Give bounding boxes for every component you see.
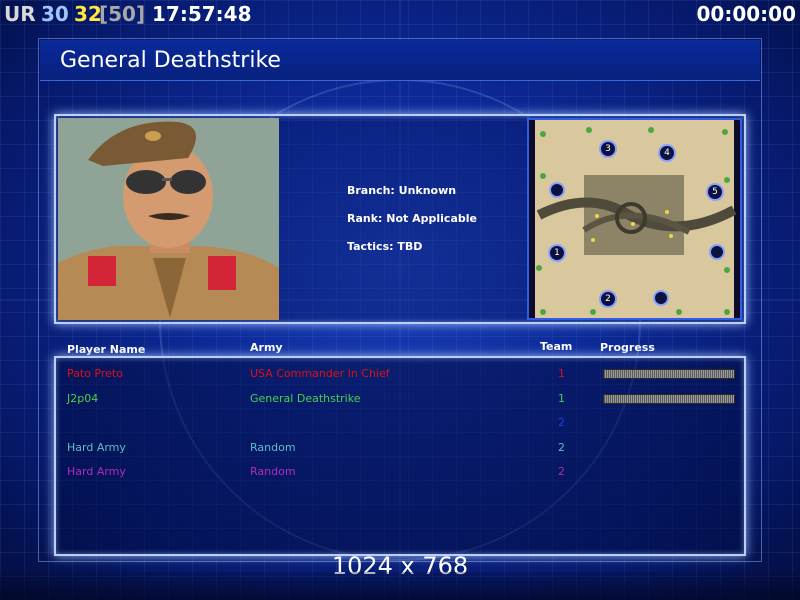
- player-team-1: 1: [558, 367, 565, 380]
- player-team-3: 2: [558, 416, 565, 429]
- hud-ur-label: UR: [4, 2, 36, 26]
- bottom-strip: [0, 572, 800, 600]
- branch-text: Branch: Unknown: [347, 184, 457, 197]
- minimap-slot-1[interactable]: 1: [548, 244, 566, 262]
- minimap-slot-2[interactable]: 2: [599, 290, 617, 308]
- minimap-image: [529, 120, 740, 318]
- player-name-1: Pato Preto: [67, 367, 123, 380]
- header-progress: Progress: [600, 341, 655, 354]
- general-portrait: [58, 118, 279, 320]
- hud-value-c: [50]: [99, 2, 146, 26]
- header-army: Army: [250, 341, 283, 354]
- player-progress-bar-1: [603, 369, 735, 379]
- hud-clock: 17:57:48: [152, 2, 252, 26]
- hud-value-a: 30: [41, 2, 69, 26]
- tactics-text: Tactics: TBD: [347, 240, 423, 253]
- portrait-image: [58, 118, 279, 320]
- player-progress-bar-2: [603, 394, 735, 404]
- player-name-4: Hard Army: [67, 441, 126, 454]
- player-team-4: 2: [558, 441, 565, 454]
- minimap-slot-5[interactable]: 5: [706, 183, 724, 201]
- minimap[interactable]: 1 2 3 4 5: [527, 118, 742, 320]
- hud-timer: 00:00:00: [696, 2, 797, 26]
- player-list-panel: [54, 356, 746, 556]
- hud-value-b: 32: [74, 2, 102, 26]
- header-team: Team: [540, 340, 573, 353]
- minimap-slot-4[interactable]: 4: [658, 144, 676, 162]
- player-name-5: Hard Army: [67, 465, 126, 478]
- player-army-5: Random: [250, 465, 296, 478]
- player-army-1: USA Commander In Chief: [250, 367, 390, 380]
- page-title: General Deathstrike: [60, 48, 281, 73]
- player-team-5: 2: [558, 465, 565, 478]
- minimap-slot-3[interactable]: 3: [599, 140, 617, 158]
- header-player-name: Player Name: [67, 343, 146, 356]
- rank-text: Rank: Not Applicable: [347, 212, 477, 225]
- player-army-2: General Deathstrike: [250, 392, 361, 405]
- player-army-4: Random: [250, 441, 296, 454]
- player-team-2: 1: [558, 392, 565, 405]
- player-name-2: J2p04: [67, 392, 99, 405]
